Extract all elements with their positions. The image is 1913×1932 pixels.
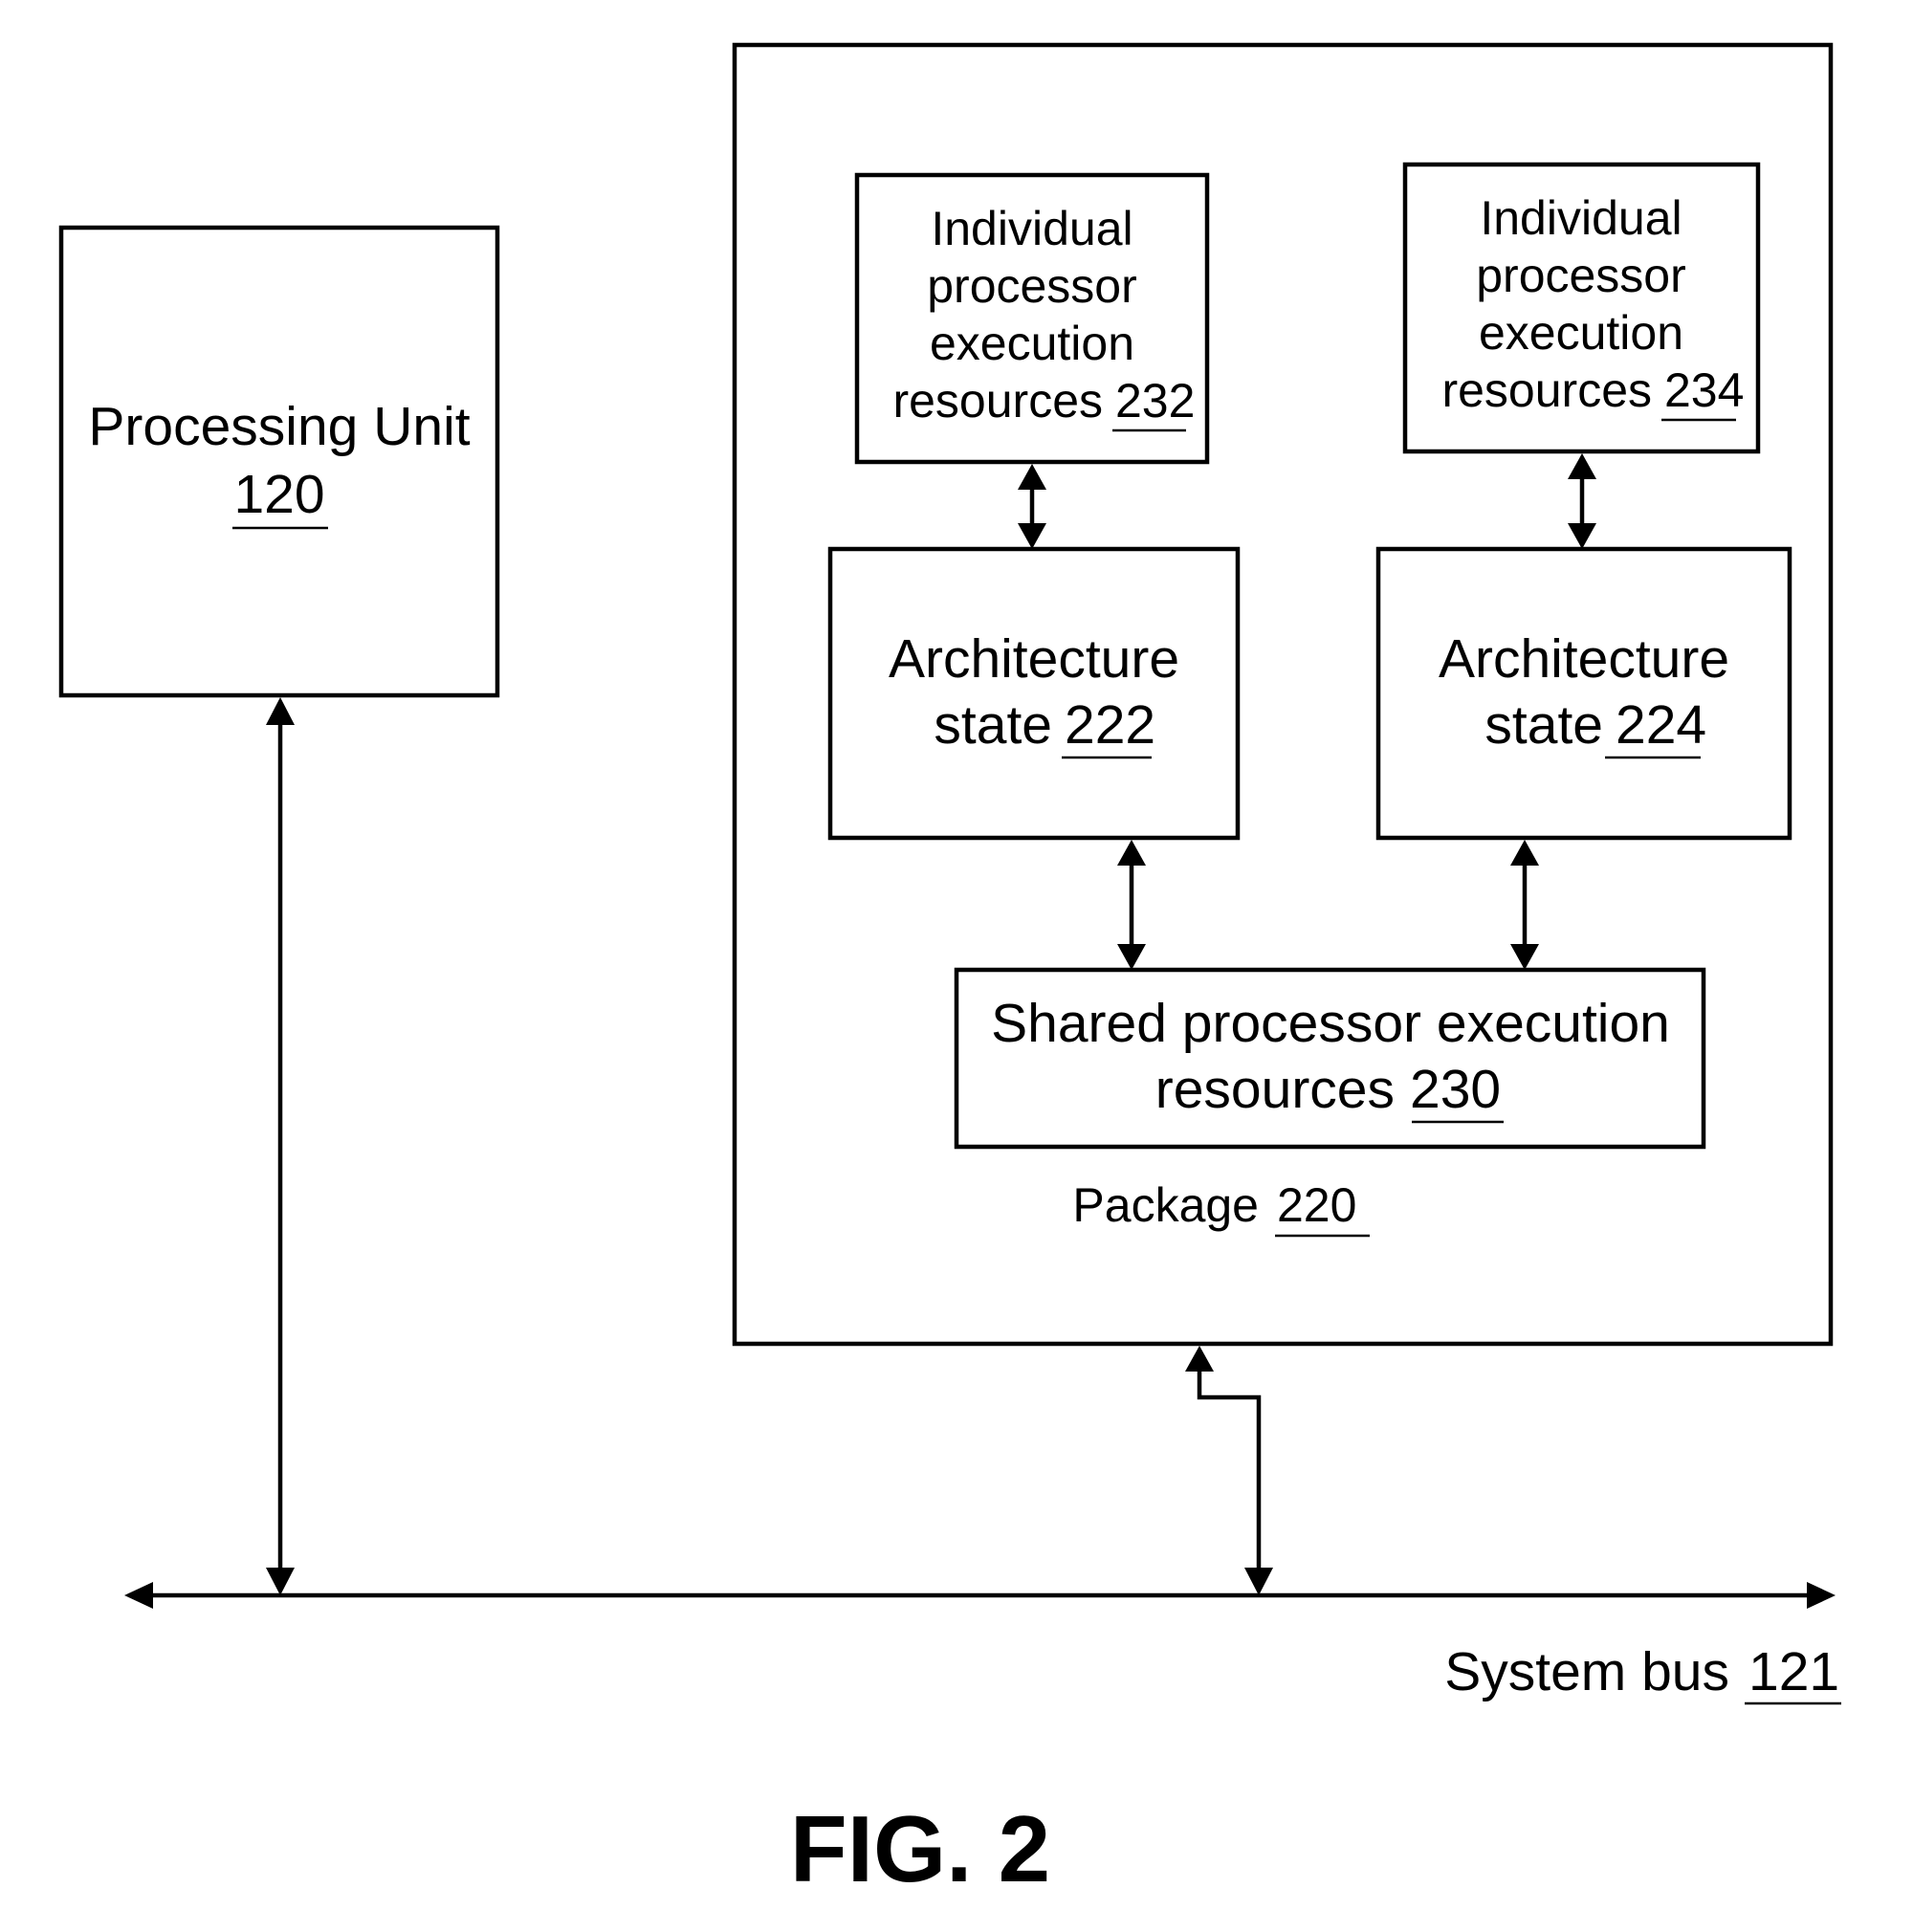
arrowhead-right-icon (1807, 1582, 1836, 1609)
shared-230-line-2: resources (1155, 1059, 1395, 1120)
individual-232-line-4: resources (892, 374, 1103, 428)
shared-230-ref: 230 (1410, 1059, 1501, 1120)
block-diagram: Processing Unit 120 Package 220 Individu… (58, 42, 1841, 1901)
individual-232-line-2: processor (927, 259, 1137, 313)
arrow-package-bus (1185, 1346, 1273, 1595)
arrow-processing-unit-bus (266, 697, 295, 1595)
arrowhead-up-icon (1018, 464, 1046, 490)
processing-unit-block: Processing Unit 120 (58, 225, 500, 698)
system-bus-label: System bus (1444, 1641, 1729, 1702)
architecture-state-224: Architecture state 224 (1375, 546, 1792, 841)
individual-232-ref: 232 (1115, 374, 1195, 428)
package-ref: 220 (1277, 1178, 1356, 1232)
shared-exec-resources-230: Shared processor execution resources 230 (954, 967, 1706, 1150)
arrowhead-down-icon (1117, 944, 1146, 970)
arrow-222-230 (1117, 840, 1146, 970)
arrowhead-down-icon (1244, 1568, 1273, 1595)
figure-caption: FIG. 2 (790, 1796, 1050, 1901)
individual-234-line-4: resources (1441, 363, 1652, 417)
arrowhead-left-icon (124, 1582, 153, 1609)
arrowhead-down-icon (1018, 523, 1046, 549)
arrowhead-down-icon (266, 1568, 295, 1595)
individual-232-line-1: Individual (931, 202, 1132, 255)
arrowhead-down-icon (1568, 523, 1596, 549)
arrow-234-224 (1568, 453, 1596, 549)
processing-unit-ref: 120 (233, 464, 324, 525)
arch-224-line-1: Architecture (1439, 628, 1729, 690)
shared-230-line-1: Shared processor execution (991, 993, 1670, 1054)
arch-224-line-2: state (1484, 694, 1603, 756)
individual-234-line-3: execution (1479, 306, 1683, 360)
arch-222-ref: 222 (1065, 694, 1155, 756)
arch-224-ref: 224 (1616, 694, 1706, 756)
arrowhead-up-icon (1510, 840, 1539, 866)
arch-222-line-1: Architecture (889, 628, 1179, 690)
individual-234-ref: 234 (1664, 363, 1744, 417)
individual-exec-resources-234: Individual processor execution resources… (1402, 162, 1761, 454)
system-bus-ref: 121 (1748, 1641, 1839, 1702)
arrowhead-down-icon (1510, 944, 1539, 970)
arrowhead-up-icon (1117, 840, 1146, 866)
arrowhead-up-icon (1568, 453, 1596, 479)
architecture-state-222: Architecture state 222 (827, 546, 1241, 841)
arch-222-box (827, 546, 1241, 841)
individual-exec-resources-232: Individual processor execution resources… (854, 172, 1210, 465)
arch-222-line-2: state (934, 694, 1052, 756)
individual-234-line-2: processor (1476, 249, 1686, 302)
package-label: Package (1072, 1178, 1259, 1232)
processing-unit-label: Processing Unit (88, 396, 470, 457)
system-bus: System bus 121 (124, 1582, 1841, 1705)
processing-unit-box (58, 225, 500, 698)
arrow-224-230 (1510, 840, 1539, 970)
arrowhead-up-icon (1185, 1346, 1214, 1372)
individual-232-line-3: execution (930, 317, 1134, 370)
arch-224-box (1375, 546, 1792, 841)
arrow-232-222 (1018, 464, 1046, 549)
individual-234-line-1: Individual (1480, 191, 1682, 245)
arrowhead-up-icon (266, 697, 295, 725)
